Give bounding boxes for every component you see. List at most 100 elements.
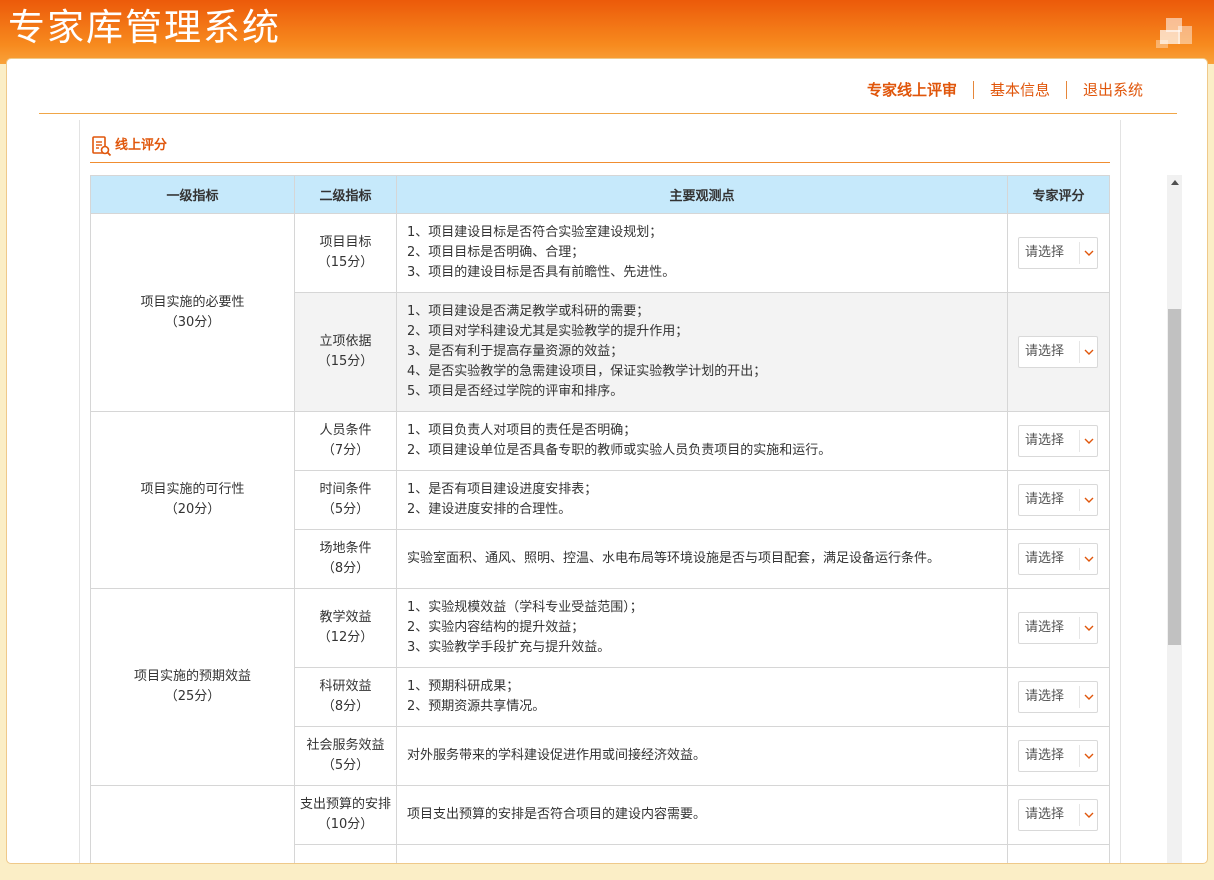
score-select-value: 请选择 [1025,620,1065,635]
section-title: 线上评分 [115,138,168,153]
observation-cell: 1、是否有项目建设进度安排表； 2、建设进度安排的合理性。 [396,470,1008,530]
nav-expert-review[interactable]: 专家线上评审 [851,79,973,101]
level2-score: （8分） [321,561,370,576]
observation-cell: 实验室面积、通风、照明、控温、水电布局等环境设施是否与项目配套，满足设备运行条件… [396,529,1008,589]
header-observation: 主要观测点 [396,175,1008,214]
observation-point: 4、是否实验教学的急需建设项目，保证实验教学计划的开出； [407,364,767,379]
score-select-value: 请选择 [1025,748,1065,763]
level2-name: 时间条件 [319,482,372,497]
score-select[interactable]: 请选择 [1018,543,1098,575]
observation-cell: 1、项目建设目标是否符合实验室建设规划； 2、项目目标是否明确、合理； 3、项目的建… [396,213,1008,293]
header-level1: 一级指标 [90,175,295,214]
level2-cell: 时间条件 （5分） [294,470,397,530]
chevron-down-icon [1079,242,1097,264]
main-panel: 专家线上评审 基本信息 退出系统 线上评分 一级指标 二级指标 主要观测点 专家… [6,58,1208,864]
app-title: 专家库管理系统 [8,6,281,49]
header-expert-score: 专家评分 [1007,175,1110,214]
scrollbar-thumb[interactable] [1168,309,1181,645]
observation-cell: 1、项目建设是否满足教学或科研的需要； 2、项目对学科建设尤其是实验教学的提升作用… [396,292,1008,412]
observation-point: 1、项目建设目标是否符合实验室建设规划； [407,225,663,240]
header-level2: 二级指标 [294,175,397,214]
chevron-down-icon [1079,686,1097,708]
observation-point: 1、项目建设是否满足教学或科研的需要； [407,304,650,319]
expert-score-cell: 请选择 [1007,726,1110,786]
observation-point: 2、项目建设单位是否具备专职的教师或实验人员负责项目的实施和运行。 [407,443,832,458]
score-select[interactable]: 请选择 [1018,612,1098,644]
chevron-down-icon [1079,745,1097,767]
score-select[interactable]: 请选择 [1018,484,1098,516]
level2-score: （5分） [321,758,370,773]
table-row: 项目实施的可行性 （20分） 人员条件 （7分） 1、项目负责人对项目的责任是否明确； 2… [90,411,1110,589]
observation-point: 2、项目对学科建设尤其是实验教学的提升作用； [407,324,689,339]
score-select[interactable]: 请选择 [1018,237,1098,269]
score-select[interactable]: 请选择 [1018,799,1098,831]
observation-point: 实验室面积、通风、照明、控温、水电布局等环境设施是否与项目配套，满足设备运行条件… [407,551,941,566]
table-body: 项目实施的必要性 （30分） 项目目标 （15分） 1、项目建设目标是否符合实验室建设规… [90,213,1110,863]
chevron-down-icon [1079,489,1097,511]
chevron-down-icon [1079,804,1097,826]
expert-score-cell: 请选择 [1007,470,1110,530]
level1-score: （25分） [164,689,221,704]
level1-score: （30分） [164,314,221,330]
level2-cell: 项目目标 （15分） [294,213,397,293]
observation-cell: 对外服务带来的学科建设促进作用或间接经济效益。 [396,726,1008,786]
expert-score-cell: 请选择 [1007,667,1110,727]
expert-score-cell: 请选择 [1007,292,1110,412]
observation-cell: 1、项目负责人对项目的责任是否明确； 2、项目建设单位是否具备专职的教师或实验人员… [396,411,1008,471]
score-select[interactable]: 请选择 [1018,425,1098,457]
level2-name: 科研效益 [319,679,372,694]
score-table: 一级指标 二级指标 主要观测点 专家评分 项目实施的必要性 （30分） 项目目标 （1… [90,175,1110,863]
expert-score-cell: 请选择 [1007,529,1110,589]
level2-cell: 场地条件 （8分） [294,529,397,589]
level2-score: （5分） [321,502,370,517]
level2-score: （12分） [317,630,374,645]
score-select[interactable]: 请选择 [1018,681,1098,713]
scroll-up-arrow-icon[interactable] [1167,175,1182,189]
expert-score-cell [1007,844,1110,863]
observation-point: 对外服务带来的学科建设促进作用或间接经济效益。 [407,748,707,763]
level2-score: （7分） [321,443,370,458]
level1-name: 项目实施的可行性 [140,482,245,497]
expert-score-cell: 请选择 [1007,588,1110,668]
observation-point: 1、预期科研成果； [407,679,520,694]
chevron-down-icon [1079,617,1097,639]
score-select-value: 请选择 [1025,689,1065,704]
chevron-down-icon [1079,430,1097,452]
observation-point: 2、建设进度安排的合理性。 [407,502,572,517]
observation-point: 3、是否有利于提高存量资源的效益； [407,344,624,359]
level2-name: 人员条件 [319,423,372,438]
observation-point: 项目支出预算的安排是否符合项目的建设内容需要。 [407,807,707,822]
expert-score-cell: 请选择 [1007,213,1110,293]
vertical-scrollbar[interactable] [1167,175,1182,863]
level2-cell [294,844,397,863]
level1-cell: 项目实施的预期效益 （25分） [90,588,295,786]
level2-name: 社会服务效益 [306,738,385,753]
chevron-down-icon [1079,341,1097,363]
level2-score: （15分） [317,354,374,369]
level2-name: 项目目标 [319,235,372,250]
level2-cell: 人员条件 （7分） [294,411,397,471]
observation-point: 5、项目是否经过学院的评审和排序。 [407,384,624,399]
level2-cell: 科研效益 （8分） [294,667,397,727]
expert-score-cell: 请选择 [1007,785,1110,845]
nav-basic-info[interactable]: 基本信息 [974,79,1066,101]
content-frame: 线上评分 一级指标 二级指标 主要观测点 专家评分 项目实施的必要性 （30分）项… [79,120,1121,863]
app-header: 专家库管理系统 [0,0,1214,64]
score-select-value: 请选择 [1025,492,1065,507]
level2-name: 场地条件 [319,541,372,556]
score-select[interactable]: 请选择 [1018,740,1098,772]
table-row: 项目实施的预期效益 （25分） 教学效益 （12分） 1、实验规模效益（学科专业受益范围… [90,588,1110,786]
score-select-value: 请选择 [1025,551,1065,566]
observation-point: 1、实验规模效益（学科专业受益范围）； [407,600,643,615]
observation-point: 3、项目的建设目标是否具有前瞻性、先进性。 [407,265,676,280]
level2-score: （10分） [317,817,374,832]
level1-cell: 项目实施的可行性 （20分） [90,411,295,589]
level2-name: 教学效益 [319,610,372,625]
level2-cell: 支出预算的安排 （10分） [294,785,397,845]
nav-divider-line [39,113,1177,114]
nav-logout[interactable]: 退出系统 [1067,79,1159,101]
observation-point: 1、是否有项目建设进度安排表； [407,482,598,497]
score-select-value: 请选择 [1025,245,1065,260]
score-select[interactable]: 请选择 [1018,336,1098,368]
score-select-value: 请选择 [1025,344,1065,359]
